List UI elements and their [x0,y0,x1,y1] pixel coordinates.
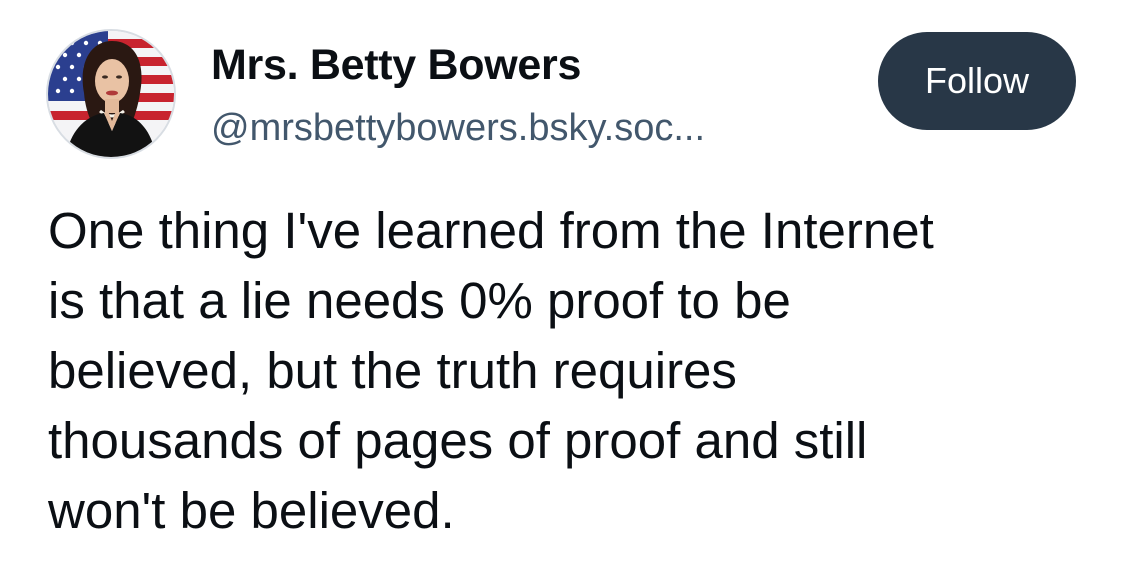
post-text-line: believed, but the truth requires [48,342,737,399]
post-text-line: won't be believed. [48,482,455,539]
follow-button[interactable]: Follow [878,32,1076,130]
author-display-name[interactable]: Mrs. Betty Bowers [211,38,581,92]
post-text: One thing I've learned from the Internet… [48,196,1108,546]
post-text-line: One thing I've learned from the Internet [48,202,934,259]
avatar[interactable] [48,31,174,157]
post-card: Mrs. Betty Bowers @mrsbettybowers.bsky.s… [0,0,1125,578]
post-text-line: is that a lie needs 0% proof to be [48,272,791,329]
post-text-line: thousands of pages of proof and still [48,412,868,469]
author-handle[interactable]: @mrsbettybowers.bsky.soc... [211,104,705,152]
avatar-photo-icon [48,31,174,157]
